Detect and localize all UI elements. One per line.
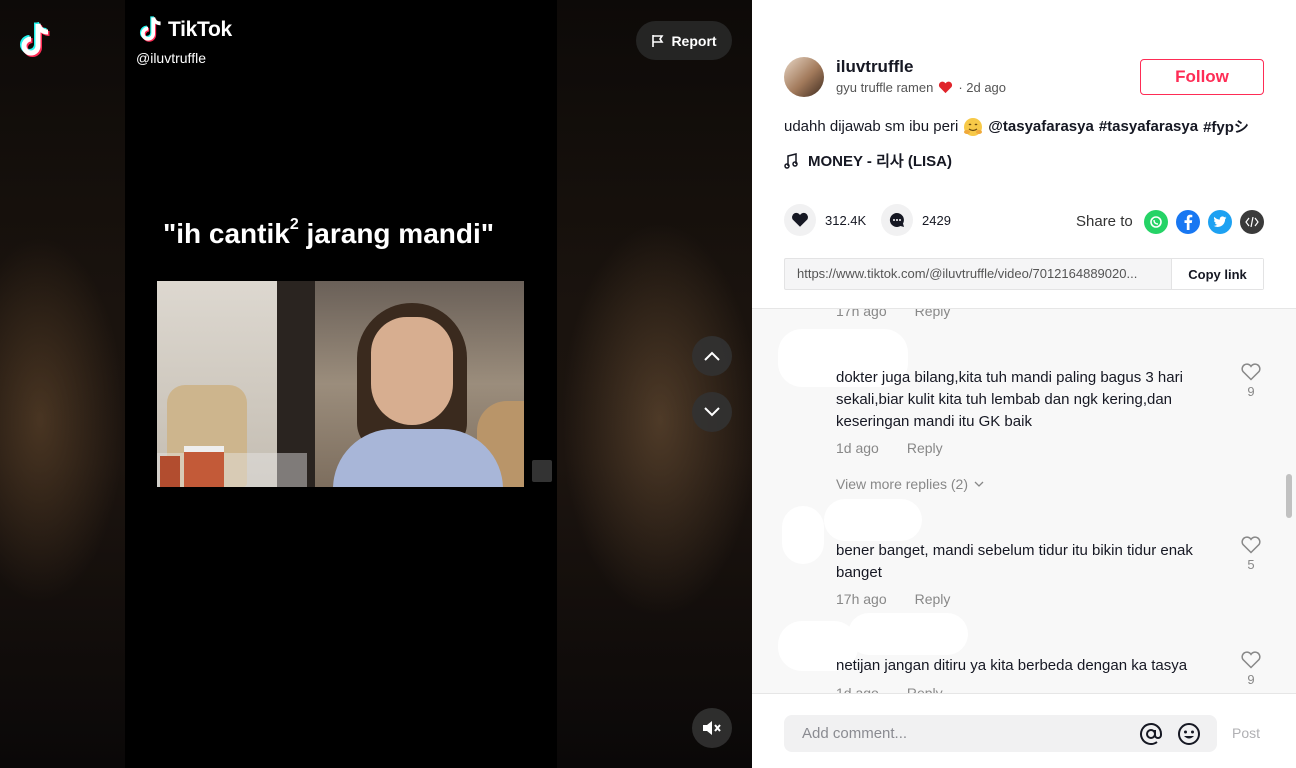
like-stat[interactable]: 312.4K — [784, 204, 866, 236]
comment-stat[interactable]: 2429 — [881, 204, 951, 236]
video-username: @iluvtruffle — [136, 50, 206, 66]
comment-like-count: 9 — [1247, 384, 1255, 399]
mention-icon[interactable] — [1137, 720, 1165, 748]
music-link[interactable]: MONEY - 리사 (LISA) — [784, 150, 952, 171]
heart-outline-icon — [1241, 536, 1261, 554]
view-more-label: View more replies (2) — [836, 476, 969, 492]
report-button[interactable]: Report — [636, 21, 732, 60]
reply-button[interactable]: Reply — [915, 309, 951, 319]
chevron-down-icon — [704, 407, 720, 417]
like-count: 312.4K — [825, 212, 867, 228]
heart-outline-icon — [1241, 651, 1261, 669]
comment-time: 17h ago — [836, 591, 887, 607]
video-caption-overlay: "ih cantik2 jarang mandi" — [125, 216, 532, 250]
post-time: · 2d ago — [958, 80, 1007, 95]
caption-superscript: 2 — [289, 216, 299, 233]
comment-meta: 17h ago Reply — [836, 309, 950, 319]
music-title: MONEY - 리사 (LISA) — [808, 153, 952, 170]
comment-time: 17h ago — [836, 309, 887, 319]
follow-button[interactable]: Follow — [1140, 59, 1264, 95]
whatsapp-icon[interactable] — [1144, 210, 1168, 234]
heart-outline-icon — [1241, 363, 1261, 381]
emoji-icon[interactable] — [1175, 720, 1203, 748]
comment-username-blob — [824, 499, 922, 541]
video-scene-image — [157, 281, 524, 487]
twitter-icon[interactable] — [1208, 210, 1232, 234]
mention-link[interactable]: @tasyafarasya — [988, 118, 1094, 135]
hugging-face-emoji-icon — [964, 117, 983, 136]
tiktok-video-page: TikTok @iluvtruffle Report "ih cantik2 j… — [0, 0, 1296, 768]
red-heart-icon — [939, 81, 953, 94]
comment-meta: 1d ago Reply — [836, 440, 943, 456]
hashtag-link[interactable]: #tasyafarasya — [1099, 118, 1198, 135]
author-username[interactable]: iluvtruffle — [836, 57, 913, 77]
like-button[interactable] — [784, 204, 816, 236]
comment-input-box — [784, 715, 1217, 752]
brand-name: TikTok — [168, 18, 232, 41]
share-label: Share to — [1076, 213, 1133, 230]
speaker-muted-icon — [703, 721, 721, 735]
share-link-text[interactable]: https://www.tiktok.com/@iluvtruffle/vide… — [785, 259, 1171, 289]
caption-text-end: jarang mandi" — [298, 218, 495, 249]
comment-like-count: 9 — [1247, 672, 1255, 687]
comment-like-count: 5 — [1247, 557, 1255, 572]
post-button[interactable]: Post — [1232, 725, 1260, 741]
reply-button[interactable]: Reply — [915, 591, 951, 607]
comment-button[interactable] — [881, 204, 913, 236]
comment-count: 2429 — [922, 212, 951, 228]
comment-text: dokter juga bilang,kita tuh mandi paling… — [836, 369, 1183, 430]
comment-username-blob — [848, 613, 968, 655]
chevron-down-icon — [974, 481, 984, 487]
comment-text: bener banget, mandi sebelum tidur itu bi… — [836, 542, 1193, 581]
comment-meta: 17h ago Reply — [836, 591, 950, 607]
mini-thumbnail — [532, 460, 552, 482]
comment-avatar[interactable] — [782, 506, 824, 564]
comment-meta: 1d ago Reply — [836, 685, 943, 693]
video-area: TikTok @iluvtruffle Report "ih cantik2 j… — [0, 0, 752, 768]
comment-like-button[interactable]: 9 — [1238, 363, 1264, 399]
share-link-box: https://www.tiktok.com/@iluvtruffle/vide… — [784, 258, 1264, 290]
details-panel: iluvtruffle gyu truffle ramen · 2d ago F… — [752, 0, 1296, 768]
facebook-icon[interactable] — [1176, 210, 1200, 234]
hashtag-link[interactable]: #fypシ — [1203, 116, 1249, 137]
reply-button[interactable]: Reply — [907, 440, 943, 456]
author-avatar[interactable] — [784, 57, 824, 97]
comment-text: netijan jangan ditiru ya kita berbeda de… — [836, 657, 1188, 674]
description-text: udahh dijawab sm ibu peri — [784, 118, 959, 135]
reply-button[interactable]: Reply — [907, 685, 943, 693]
comment-composer: Post — [752, 693, 1296, 768]
flag-icon — [652, 34, 664, 47]
next-video-button[interactable] — [692, 392, 732, 432]
tiktok-logo-icon[interactable] — [18, 22, 52, 60]
comment-time: 1d ago — [836, 440, 879, 456]
copy-link-button[interactable]: Copy link — [1171, 259, 1263, 289]
video-watermark: TikTok — [138, 16, 232, 44]
comment-bubble-icon — [889, 212, 904, 227]
comment-input[interactable] — [802, 725, 1123, 742]
music-note-icon — [784, 152, 798, 169]
comments-list[interactable]: 17h ago Reply dokter juga bilang,kita tu… — [752, 309, 1296, 693]
chevron-up-icon — [704, 351, 720, 361]
view-more-replies[interactable]: View more replies (2) — [836, 476, 984, 492]
comment-like-button[interactable]: 9 — [1238, 651, 1264, 687]
report-label: Report — [671, 32, 717, 49]
caption-text-start: "ih cantik — [162, 218, 290, 249]
previous-video-button[interactable] — [692, 336, 732, 376]
author-subline: gyu truffle ramen · 2d ago — [836, 80, 1006, 95]
embed-icon[interactable] — [1240, 210, 1264, 234]
author-nickname: gyu truffle ramen — [836, 80, 934, 95]
comments-scrollbar[interactable] — [1286, 474, 1292, 518]
tiktok-note-icon — [139, 16, 161, 42]
mute-button[interactable] — [692, 708, 732, 748]
comment-time: 1d ago — [836, 685, 879, 693]
comment-like-button[interactable]: 5 — [1238, 536, 1264, 572]
post-header: iluvtruffle gyu truffle ramen · 2d ago F… — [752, 0, 1296, 309]
heart-icon — [792, 212, 808, 227]
post-description: udahh dijawab sm ibu peri @tasyafarasya … — [784, 116, 1274, 137]
